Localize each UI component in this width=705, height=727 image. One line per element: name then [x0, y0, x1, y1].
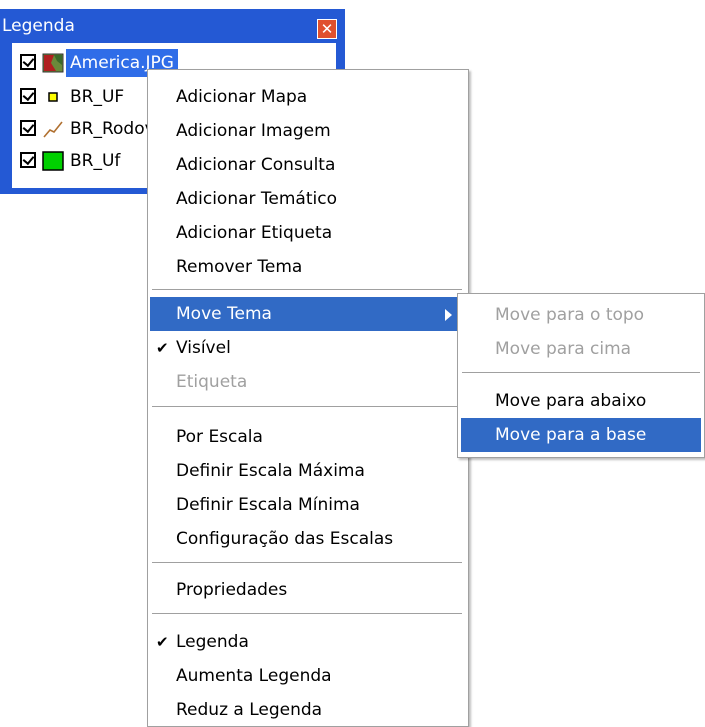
legend-layer-label[interactable]: BR_UF — [70, 83, 124, 111]
legend-title: Legenda — [2, 16, 75, 36]
menu-item-label: Move Tema — [176, 304, 272, 324]
raster-image-icon — [42, 53, 64, 73]
menu-item-definir-escala-minima[interactable]: Definir Escala Mínima — [150, 488, 466, 522]
layer-visibility-checkbox[interactable] — [20, 152, 36, 168]
menu-separator — [152, 406, 462, 408]
polygon-layer-icon — [42, 151, 64, 171]
submenu-item-move-topo: Move para o topo — [495, 305, 645, 325]
submenu-arrow-icon — [445, 309, 452, 321]
menu-separator — [152, 613, 462, 615]
menu-separator — [462, 372, 700, 374]
submenu-item-move-cima: Move para cima — [495, 339, 632, 359]
menu-item-adicionar-tematico[interactable]: Adicionar Temático — [150, 182, 466, 216]
menu-item-propriedades[interactable]: Propriedades — [150, 573, 466, 607]
line-layer-icon — [42, 119, 64, 139]
menu-item-reduz-legenda[interactable]: Reduz a Legenda — [150, 693, 466, 727]
move-tema-submenu: Move para o topo Move para cima Move par… — [457, 293, 705, 458]
layer-context-menu: Adicionar Mapa Adicionar Imagem Adiciona… — [147, 69, 469, 727]
legend-title-bar[interactable]: Legenda ✕ — [0, 9, 345, 43]
menu-item-adicionar-mapa[interactable]: Adicionar Mapa — [150, 80, 466, 114]
layer-visibility-checkbox[interactable] — [20, 88, 36, 104]
menu-item-adicionar-consulta[interactable]: Adicionar Consulta — [150, 148, 466, 182]
legend-layer-label[interactable]: BR_Uf — [70, 147, 120, 175]
menu-item-configuracao-escalas[interactable]: Configuração das Escalas — [150, 522, 466, 556]
close-icon[interactable]: ✕ — [317, 19, 337, 39]
menu-item-etiqueta: Etiqueta — [176, 372, 248, 392]
layer-visibility-checkbox[interactable] — [20, 54, 36, 70]
menu-separator — [152, 562, 462, 564]
menu-item-legenda[interactable]: ✔ Legenda — [150, 625, 466, 659]
menu-item-por-escala[interactable]: Por Escala — [150, 420, 466, 454]
menu-item-move-tema[interactable]: Move Tema — [150, 297, 466, 331]
checkmark-icon: ✔ — [156, 633, 169, 651]
menu-item-label: Legenda — [176, 632, 249, 652]
menu-item-visivel[interactable]: ✔ Visível — [150, 331, 466, 365]
submenu-item-move-abaixo[interactable]: Move para abaixo — [461, 384, 701, 418]
menu-item-adicionar-imagem[interactable]: Adicionar Imagem — [150, 114, 466, 148]
checkmark-icon: ✔ — [156, 339, 169, 357]
layer-visibility-checkbox[interactable] — [20, 120, 36, 136]
point-layer-icon — [42, 87, 64, 107]
menu-separator — [152, 289, 462, 291]
menu-item-adicionar-etiqueta[interactable]: Adicionar Etiqueta — [150, 216, 466, 250]
menu-item-label: Visível — [176, 338, 231, 358]
menu-item-aumenta-legenda[interactable]: Aumenta Legenda — [150, 659, 466, 693]
menu-item-definir-escala-maxima[interactable]: Definir Escala Máxima — [150, 454, 466, 488]
menu-item-remover-tema[interactable]: Remover Tema — [150, 250, 466, 284]
submenu-item-move-base[interactable]: Move para a base — [461, 418, 701, 452]
